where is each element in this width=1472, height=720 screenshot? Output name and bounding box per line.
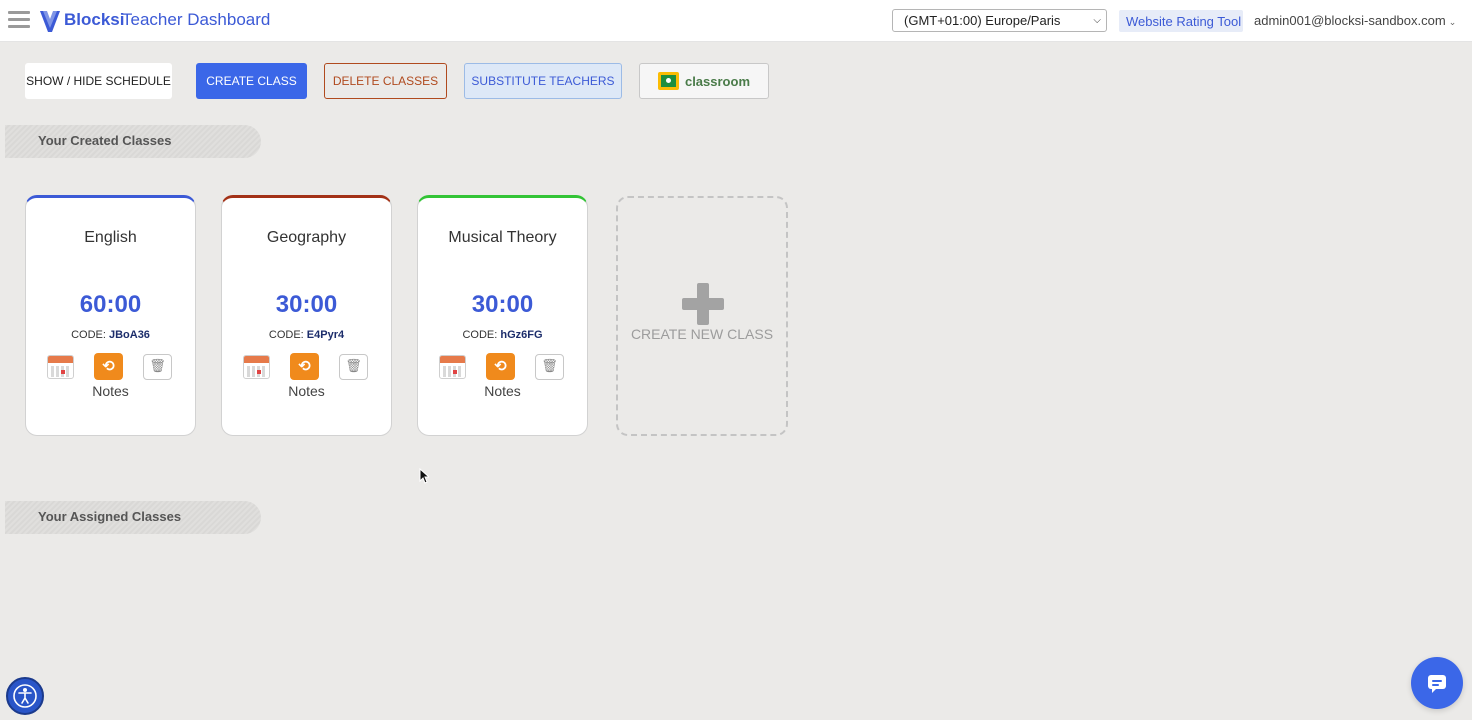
chevron-down-icon: ⌄	[1448, 17, 1457, 27]
class-code-value: E4Pyr4	[306, 329, 345, 341]
blocksi-logo	[40, 11, 60, 32]
website-rating-tool-link[interactable]: Website Rating Tool	[1119, 10, 1243, 32]
brand-name: Blocksi	[64, 10, 125, 29]
reset-icon[interactable]: ⟲	[486, 353, 515, 380]
class-code-value: JBoA36	[108, 329, 150, 341]
class-actions: ⟲ 🗑	[47, 353, 177, 381]
notes-link[interactable]: Notes	[222, 383, 391, 399]
trash-icon[interactable]: 🗑	[143, 354, 172, 380]
class-code: CODE: hGz6FG	[418, 329, 587, 341]
class-code-label: CODE:	[71, 329, 106, 341]
timezone-value: (GMT+01:00) Europe/Paris	[904, 13, 1061, 28]
create-new-class-card[interactable]: CREATE NEW CLASS	[616, 196, 788, 436]
mouse-cursor-icon	[419, 468, 429, 484]
user-menu[interactable]: admin001@blocksi-sandbox.com ⌄	[1254, 13, 1456, 28]
google-classroom-button[interactable]: classroom	[639, 63, 769, 99]
calendar-icon[interactable]	[243, 355, 270, 379]
substitute-teachers-button[interactable]: SUBSTITUTE TEACHERS	[464, 63, 622, 99]
class-code: CODE: JBoA36	[26, 329, 195, 341]
class-card-english[interactable]: English 60:00 CODE: JBoA36 ⟲ 🗑 Notes	[25, 195, 196, 436]
class-name: Geography	[266, 229, 347, 246]
notes-link[interactable]: Notes	[418, 383, 587, 399]
calendar-icon[interactable]	[47, 355, 74, 379]
create-new-class-label: CREATE NEW CLASS	[630, 326, 774, 342]
class-code-value: hGz6FG	[500, 329, 543, 341]
timezone-select[interactable]: (GMT+01:00) Europe/Paris ⌵	[892, 9, 1107, 32]
classroom-label: classroom	[684, 73, 751, 89]
hamburger-icon[interactable]	[8, 11, 30, 31]
reset-icon[interactable]: ⟲	[94, 353, 123, 380]
show-hide-schedule-button[interactable]: SHOW / HIDE SCHEDULE	[25, 63, 172, 99]
class-time: 30:00	[275, 291, 338, 318]
chat-button[interactable]	[1411, 657, 1463, 709]
calendar-icon[interactable]	[439, 355, 466, 379]
page-title: Teacher Dashboard	[122, 10, 271, 29]
notes-link[interactable]: Notes	[26, 383, 195, 399]
section-assigned-classes: Your Assigned Classes	[5, 501, 261, 534]
top-bar: Blocksi Teacher Dashboard (GMT+01:00) Eu…	[0, 0, 1472, 42]
plus-icon	[682, 283, 724, 325]
chevron-down-icon: ⌵	[1093, 15, 1101, 26]
class-code-label: CODE:	[268, 329, 304, 341]
section-created-classes: Your Created Classes	[5, 125, 261, 158]
class-card-musical-theory[interactable]: Musical Theory 30:00 CODE: hGz6FG ⟲ 🗑 No…	[417, 195, 588, 436]
create-class-button[interactable]: CREATE CLASS	[196, 63, 307, 99]
class-time: 60:00	[79, 291, 142, 318]
delete-classes-button[interactable]: DELETE CLASSES	[324, 63, 447, 99]
accessibility-icon	[13, 684, 37, 708]
class-time: 30:00	[471, 291, 534, 318]
class-name: English	[84, 229, 137, 246]
class-actions: ⟲ 🗑	[439, 353, 569, 381]
trash-icon[interactable]: 🗑	[535, 354, 564, 380]
user-email: admin001@blocksi-sandbox.com	[1254, 13, 1446, 28]
reset-icon[interactable]: ⟲	[290, 353, 319, 380]
chat-icon	[1428, 675, 1446, 693]
classroom-icon	[657, 72, 679, 90]
class-name: Musical Theory	[448, 229, 557, 246]
class-code: CODE: E4Pyr4	[222, 329, 391, 341]
class-card-geography[interactable]: Geography 30:00 CODE: E4Pyr4 ⟲ 🗑 Notes	[221, 195, 392, 436]
accessibility-button[interactable]	[6, 677, 44, 715]
trash-icon[interactable]: 🗑	[339, 354, 368, 380]
class-actions: ⟲ 🗑	[243, 353, 373, 381]
class-code-label: CODE:	[462, 329, 498, 341]
